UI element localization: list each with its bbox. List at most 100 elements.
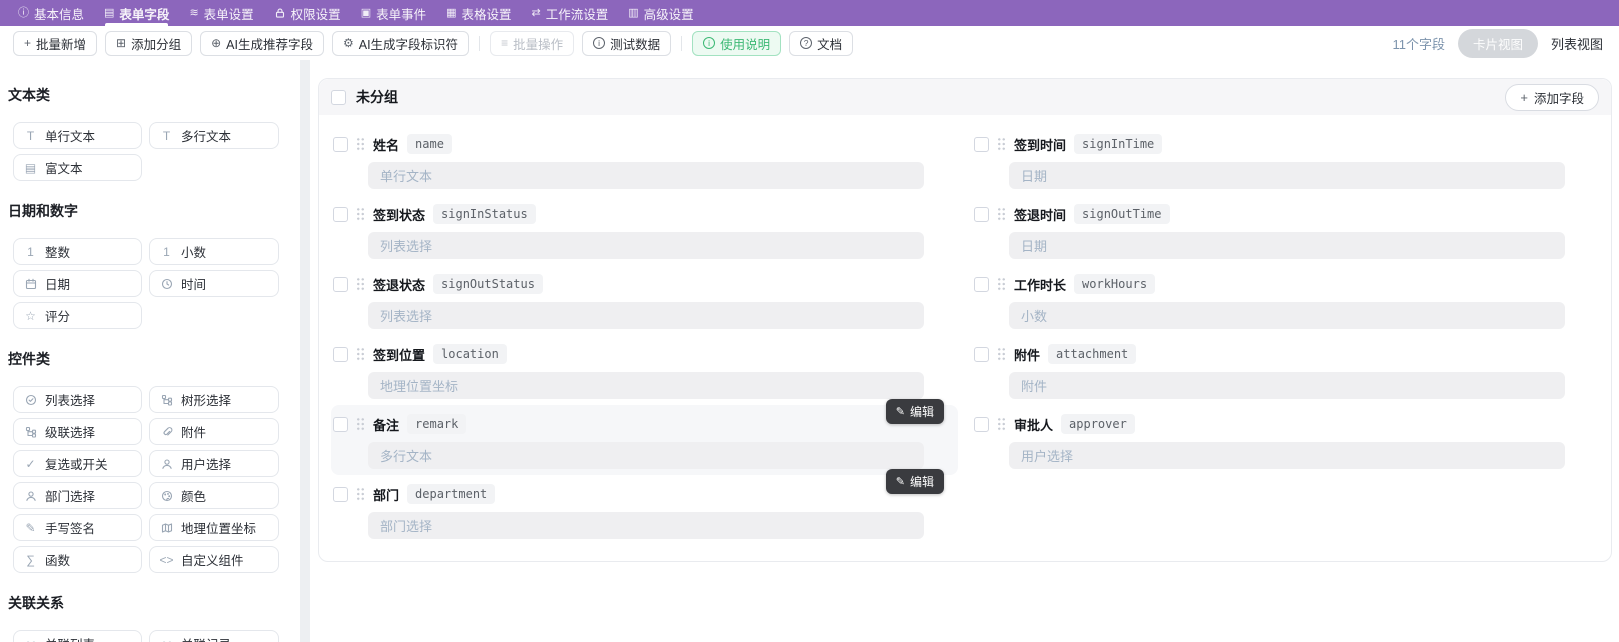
drag-handle-icon[interactable] xyxy=(997,347,1006,361)
field-checkbox[interactable] xyxy=(974,277,989,292)
drag-handle-icon[interactable] xyxy=(997,207,1006,221)
field-checkbox[interactable] xyxy=(333,417,348,432)
topnav-item-7[interactable]: ▥高级设置 xyxy=(618,0,703,26)
field-type-单行文本[interactable]: T单行文本 xyxy=(13,122,142,149)
field-preview-input[interactable]: 列表选择 xyxy=(368,232,924,259)
add-field-button[interactable]: +添加字段 xyxy=(1505,84,1599,111)
field-preview-input[interactable]: 部门选择 xyxy=(368,512,924,539)
field-type-颜色[interactable]: 颜色 xyxy=(149,482,279,509)
field-checkbox[interactable] xyxy=(974,347,989,362)
topnav-item-2[interactable]: ≋表单设置 xyxy=(179,0,263,26)
card-view-toggle[interactable]: 卡片视图 xyxy=(1458,29,1538,58)
toolbar-button-7[interactable]: ?文档 xyxy=(789,31,853,56)
field-preview-input[interactable]: 附件 xyxy=(1009,372,1565,399)
sidebar-item-grid: T单行文本 T多行文本 ▤富文本 xyxy=(13,122,300,181)
field-type-评分[interactable]: ☆评分 xyxy=(13,302,142,329)
drag-handle-icon[interactable] xyxy=(356,347,365,361)
edit-field-button[interactable]: ✎编辑 xyxy=(886,469,944,494)
drag-handle-icon[interactable] xyxy=(356,277,365,291)
topnav-item-4[interactable]: ▣表单事件 xyxy=(351,0,436,26)
field-type-附件[interactable]: 附件 xyxy=(149,418,279,445)
field-row-name[interactable]: 姓名name单行文本 xyxy=(331,125,958,195)
toolbar-button-3[interactable]: ⚙AI生成字段标识符 xyxy=(332,31,469,56)
field-type-列表选择[interactable]: 列表选择 xyxy=(13,386,142,413)
field-checkbox[interactable] xyxy=(333,207,348,222)
topnav-item-3[interactable]: 权限设置 xyxy=(264,0,351,26)
form-settings-icon: ≋ xyxy=(189,8,198,19)
field-row-signOutTime[interactable]: 签退时间signOutTime日期 xyxy=(972,195,1599,265)
topnav-item-0[interactable]: ⓘ基本信息 xyxy=(8,0,94,26)
field-type-用户选择[interactable]: 用户选择 xyxy=(149,450,279,477)
field-type-部门选择[interactable]: 部门选择 xyxy=(13,482,142,509)
field-type-多行文本[interactable]: T多行文本 xyxy=(149,122,279,149)
field-group-card: 未分组 +添加字段 姓名name单行文本签到状态signInStatus列表选择… xyxy=(318,78,1612,562)
field-type-富文本[interactable]: ▤富文本 xyxy=(13,154,142,181)
field-label: 附件 xyxy=(1014,345,1040,364)
field-row-remark[interactable]: ✎编辑备注remark多行文本 xyxy=(331,405,958,475)
sidebar-scrollbar[interactable] xyxy=(300,60,310,642)
field-type-时间[interactable]: 时间 xyxy=(149,270,279,297)
toolbar-button-0[interactable]: +批量新增 xyxy=(13,31,97,56)
info-icon: ⓘ xyxy=(18,8,29,19)
field-preview-input[interactable]: 日期 xyxy=(1009,232,1565,259)
field-checkbox[interactable] xyxy=(333,487,348,502)
field-type-小数[interactable]: 1小数 xyxy=(149,238,279,265)
topnav-item-5[interactable]: ▦表格设置 xyxy=(436,0,521,26)
sidebar-section: 关联关系关联列表关联记录 xyxy=(8,593,300,642)
topnav-item-6[interactable]: ⇄工作流设置 xyxy=(522,0,619,26)
list-view-toggle[interactable]: 列表视图 xyxy=(1551,34,1603,53)
field-preview-input[interactable]: 用户选择 xyxy=(1009,442,1565,469)
field-row-approver[interactable]: 审批人approver用户选择 xyxy=(972,405,1599,475)
field-row-department[interactable]: ✎编辑部门department部门选择 xyxy=(331,475,958,545)
field-preview-input[interactable]: 多行文本 xyxy=(368,442,924,469)
field-type-关联列表[interactable]: 关联列表 xyxy=(13,630,142,642)
edit-icon: ✎ xyxy=(896,405,905,418)
group-checkbox[interactable] xyxy=(331,90,346,105)
field-checkbox[interactable] xyxy=(974,207,989,222)
field-checkbox[interactable] xyxy=(333,137,348,152)
paperclip-icon xyxy=(160,426,173,438)
field-type-整数[interactable]: 1整数 xyxy=(13,238,142,265)
question-circle-icon: ? xyxy=(800,37,812,49)
field-checkbox[interactable] xyxy=(333,277,348,292)
field-checkbox[interactable] xyxy=(974,137,989,152)
field-row-workHours[interactable]: 工作时长workHours小数 xyxy=(972,265,1599,335)
field-row-attachment[interactable]: 附件attachment附件 xyxy=(972,335,1599,405)
toolbar-button-1[interactable]: ⊞添加分组 xyxy=(105,31,192,56)
field-row-location[interactable]: 签到位置location地理位置坐标 xyxy=(331,335,958,405)
drag-handle-icon[interactable] xyxy=(356,487,365,501)
field-type-地理位置坐标[interactable]: 地理位置坐标 xyxy=(149,514,279,541)
field-preview-input[interactable]: 地理位置坐标 xyxy=(368,372,924,399)
field-row-signInTime[interactable]: 签到时间signInTime日期 xyxy=(972,125,1599,195)
drag-handle-icon[interactable] xyxy=(997,137,1006,151)
drag-handle-icon[interactable] xyxy=(997,417,1006,431)
field-type-自定义组件[interactable]: <>自定义组件 xyxy=(149,546,279,573)
field-row-signInStatus[interactable]: 签到状态signInStatus列表选择 xyxy=(331,195,958,265)
field-row-signOutStatus[interactable]: 签退状态signOutStatus列表选择 xyxy=(331,265,958,335)
field-header: 备注remark xyxy=(331,413,958,435)
field-type-日期[interactable]: 日期 xyxy=(13,270,142,297)
topnav-item-1[interactable]: ▤表单字段 xyxy=(94,0,179,26)
field-type-复选或开关[interactable]: ✓复选或开关 xyxy=(13,450,142,477)
drag-handle-icon[interactable] xyxy=(356,207,365,221)
toolbar-button-label: 测试数据 xyxy=(610,34,660,53)
field-preview-input[interactable]: 列表选择 xyxy=(368,302,924,329)
field-type-树形选择[interactable]: 树形选择 xyxy=(149,386,279,413)
field-checkbox[interactable] xyxy=(974,417,989,432)
field-preview-input[interactable]: 日期 xyxy=(1009,162,1565,189)
field-checkbox[interactable] xyxy=(333,347,348,362)
toolbar-button-4[interactable]: ≡批量操作 xyxy=(490,31,574,56)
field-type-手写签名[interactable]: ✎手写签名 xyxy=(13,514,142,541)
toolbar-button-5[interactable]: i测试数据 xyxy=(582,31,671,56)
field-type-级联选择[interactable]: 级联选择 xyxy=(13,418,142,445)
toolbar-button-2[interactable]: ⊕AI生成推荐字段 xyxy=(200,31,324,56)
field-preview-input[interactable]: 小数 xyxy=(1009,302,1565,329)
edit-field-button[interactable]: ✎编辑 xyxy=(886,399,944,424)
drag-handle-icon[interactable] xyxy=(356,417,365,431)
drag-handle-icon[interactable] xyxy=(997,277,1006,291)
field-type-函数[interactable]: ∑函数 xyxy=(13,546,142,573)
field-preview-input[interactable]: 单行文本 xyxy=(368,162,924,189)
toolbar-button-6[interactable]: i使用说明 xyxy=(692,31,781,56)
drag-handle-icon[interactable] xyxy=(356,137,365,151)
field-type-关联记录[interactable]: 关联记录 xyxy=(149,630,279,642)
